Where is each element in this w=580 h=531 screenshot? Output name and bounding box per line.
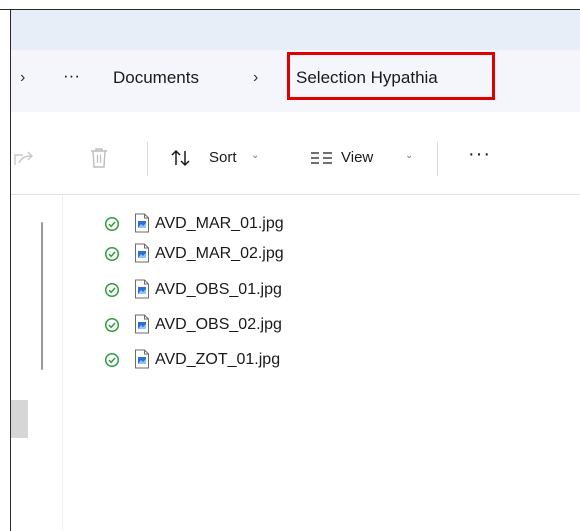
- share-button[interactable]: [13, 147, 37, 169]
- toolbar-separator: [437, 142, 438, 176]
- navigation-pane-scrollbar[interactable]: [41, 222, 43, 370]
- toolbar-separator: [147, 142, 148, 176]
- breadcrumb-separator[interactable]: ›: [253, 68, 258, 88]
- toolbar-divider: [11, 194, 580, 195]
- file-name: AVD_MAR_01.jpg: [155, 215, 284, 232]
- image-file-icon: [135, 314, 149, 334]
- delete-button[interactable]: [88, 146, 110, 170]
- image-file-icon: [135, 279, 149, 299]
- sync-check-icon: [104, 352, 120, 368]
- file-row[interactable]: AVD_ZOT_01.jpg: [104, 345, 404, 375]
- breadcrumb-item-documents[interactable]: Documents: [113, 68, 199, 88]
- view-list-icon: [311, 152, 332, 164]
- view-chevron-down-icon: ⌄: [405, 150, 414, 161]
- title-bar: [11, 10, 580, 50]
- sort-chevron-down-icon: ⌄: [251, 150, 260, 161]
- view-label: View: [341, 149, 374, 166]
- file-name: AVD_ZOT_01.jpg: [155, 351, 281, 368]
- file-name: AVD_MAR_02.jpg: [155, 245, 284, 262]
- file-name: AVD_OBS_02.jpg: [155, 316, 282, 333]
- sort-label: Sort: [209, 149, 237, 166]
- image-file-icon: [135, 213, 149, 233]
- breadcrumb-item-current[interactable]: Selection Hypathia: [296, 68, 438, 88]
- navigation-pane-item[interactable]: [11, 400, 28, 438]
- image-file-icon: [135, 349, 149, 369]
- file-name: AVD_OBS_01.jpg: [155, 281, 282, 298]
- file-row[interactable]: AVD_MAR_01.jpg: [104, 209, 404, 239]
- more-options-button[interactable]: ···: [468, 144, 491, 164]
- sync-check-icon: [104, 216, 120, 232]
- file-row[interactable]: AVD_OBS_01.jpg: [104, 275, 404, 305]
- file-row[interactable]: AVD_OBS_02.jpg: [104, 310, 404, 340]
- sync-check-icon: [104, 317, 120, 333]
- image-file-icon: [135, 243, 149, 263]
- sync-check-icon: [104, 282, 120, 298]
- sort-arrows-icon: [171, 149, 190, 167]
- file-row[interactable]: AVD_MAR_02.jpg: [104, 239, 404, 269]
- trash-icon: [91, 148, 107, 168]
- share-icon: [14, 151, 33, 165]
- breadcrumb-overflow-button[interactable]: ···: [63, 66, 80, 86]
- breadcrumb-back-chevron[interactable]: ›: [20, 68, 25, 88]
- sync-check-icon: [104, 246, 120, 262]
- pane-divider[interactable]: [62, 195, 63, 531]
